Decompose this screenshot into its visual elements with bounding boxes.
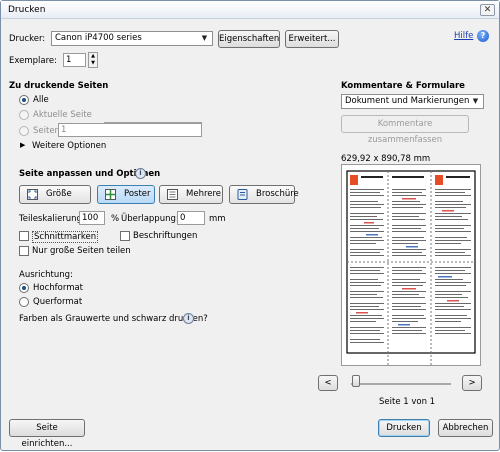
info-icon[interactable]: i [183,313,194,324]
poster-button-label: Poster [124,189,151,199]
cancel-button[interactable]: Abbrechen [438,419,493,437]
comments-select-value: Dokument und Markierungen [345,96,470,106]
pages-heading: Zu druckende Seiten [9,81,109,91]
labels-label: Beschriftungen [133,231,198,241]
title-bar: Drucken ✕ [1,1,499,19]
overlap-label: Überlappung: [121,214,179,224]
size-button[interactable]: Größe [19,185,91,204]
preview-size-label: 629,92 x 890,78 mm [341,154,431,164]
large-pages-only-label: Nur große Seiten teilen [32,246,131,256]
portrait-radio[interactable] [19,283,29,293]
poster-icon [105,189,116,200]
page-slider-track[interactable] [351,383,451,385]
landscape-label: Querformat [33,297,83,307]
large-pages-only-checkbox[interactable] [19,246,29,256]
printer-label: Drucker: [9,34,46,44]
size-button-label: Größe [46,189,72,199]
pages-range-label: Seiten [33,126,60,136]
printer-select[interactable]: Canon iP4700 series ▼ [51,31,213,46]
help-icon[interactable]: ? [477,30,489,42]
labels-checkbox[interactable] [120,231,130,241]
comments-heading: Kommentare & Formulare [341,81,465,91]
multiple-pages-icon [167,189,178,200]
copies-spinner[interactable]: ▲ ▼ [88,52,98,68]
pages-range-input[interactable]: 1 [58,123,202,137]
grayscale-label: Farben als Grauwerte und schwarz drucken… [19,314,208,324]
copies-label: Exemplare: [9,56,58,66]
close-button[interactable]: ✕ [480,4,495,16]
print-preview [341,164,481,366]
tile-scale-input[interactable]: 100 [79,211,105,225]
page-indicator: Seite 1 von 1 [379,397,436,407]
cut-marks-label: Schnittmarken [32,231,99,243]
overlap-input[interactable]: 0 [177,211,205,225]
copies-input[interactable]: 1 [63,53,86,67]
poster-preview-image [346,170,476,365]
poster-button[interactable]: Poster [97,185,155,204]
window-title: Drucken [8,5,46,15]
portrait-label: Hochformat [33,283,84,293]
info-icon[interactable]: i [135,168,146,179]
next-page-button[interactable]: > [462,375,482,391]
page-setup-button[interactable]: Seite einrichten... [9,419,85,449]
summarize-comments-button[interactable]: Kommentare zusammenfassen [341,115,469,145]
properties-button[interactable]: Eigenschaften [218,30,280,48]
booklet-button[interactable]: Broschüre [229,185,299,204]
cut-marks-checkbox[interactable] [19,231,29,241]
more-options-label[interactable]: Weitere Optionen [32,141,106,151]
pages-range-radio[interactable] [19,126,29,136]
chevron-down-icon: ▼ [201,34,208,42]
page-fit-icon [27,189,38,200]
chevron-down-icon: ▼ [472,97,479,105]
print-button[interactable]: Drucken [378,419,430,437]
orientation-heading: Ausrichtung: [19,270,73,280]
triangle-right-icon[interactable]: ▶ [20,141,25,149]
previous-page-button[interactable]: < [318,375,338,391]
help-link[interactable]: Hilfe [454,31,473,41]
page-slider-thumb[interactable] [352,375,360,387]
all-pages-radio[interactable] [19,95,29,105]
advanced-button[interactable]: Erweitert... [285,30,339,48]
booklet-icon [237,189,248,200]
multiple-button-label: Mehrere [186,189,222,199]
current-page-label: Aktuelle Seite [33,110,92,120]
current-page-radio[interactable] [19,110,29,120]
multiple-button[interactable]: Mehrere [159,185,223,204]
tile-scale-label: Teileskalierung: [19,214,85,224]
overlap-unit-label: mm [209,214,226,224]
print-dialog: Drucken ✕ Drucker: Canon iP4700 series ▼… [0,0,500,451]
landscape-radio[interactable] [19,297,29,307]
booklet-button-label: Broschüre [256,189,299,199]
comments-select[interactable]: Dokument und Markierungen ▼ [341,94,484,109]
all-pages-label: Alle [33,95,49,105]
percent-label: % [111,214,120,224]
printer-select-value: Canon iP4700 series [55,33,142,43]
